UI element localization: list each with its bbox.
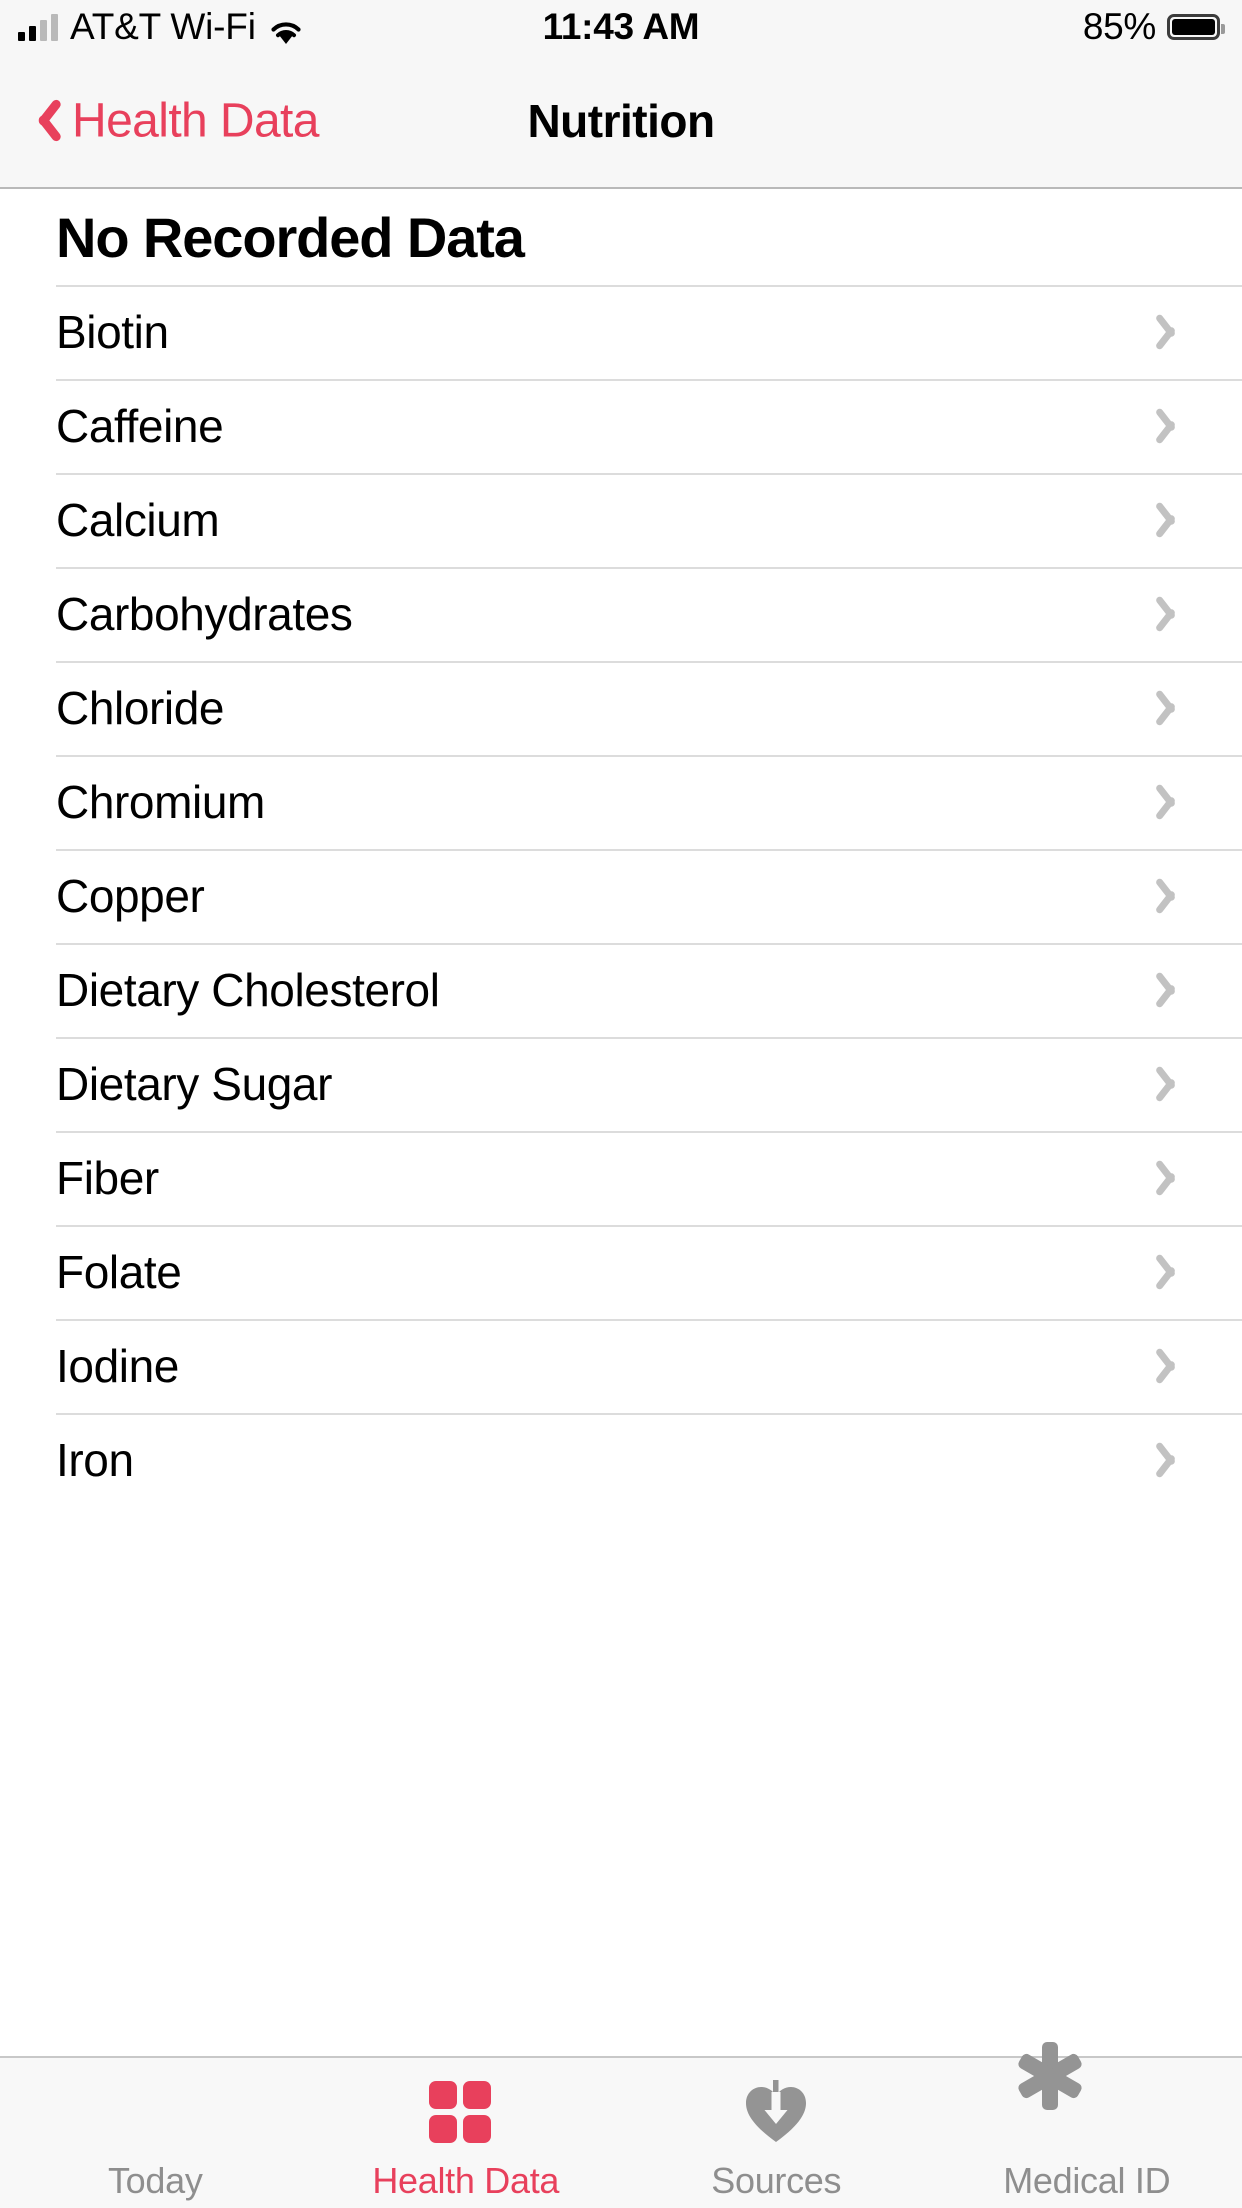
chevron-right-icon [1161, 686, 1187, 730]
list-item[interactable]: Copper [0, 849, 1242, 943]
chevron-right-icon [1161, 498, 1187, 542]
list-item-label: Chloride [56, 685, 224, 731]
status-bar-right: 85% [1083, 6, 1220, 48]
status-bar-clock: 11:43 AM [0, 6, 1242, 48]
list-item[interactable]: Dietary Cholesterol [0, 943, 1242, 1037]
tab-label: Today [108, 2160, 203, 2202]
chevron-right-icon [1161, 1156, 1187, 1200]
list-item[interactable]: Calcium [0, 473, 1242, 567]
status-bar: AT&T Wi-Fi 11:43 AM 85% [0, 0, 1242, 54]
chevron-right-icon [1161, 310, 1187, 354]
chevron-right-icon [1161, 874, 1187, 918]
chevron-right-icon [1161, 1062, 1187, 1106]
list-item-label: Copper [56, 873, 204, 919]
list-item[interactable]: Dietary Sugar [0, 1037, 1242, 1131]
list-item-label: Biotin [56, 309, 169, 355]
tab-label: Medical ID [1003, 2160, 1170, 2202]
chevron-right-icon [1161, 404, 1187, 448]
page-title: Nutrition [0, 94, 1242, 148]
list-item[interactable]: Chloride [0, 661, 1242, 755]
iphone-screen: AT&T Wi-Fi 11:43 AM 85% Health Data Nutr… [0, 0, 1242, 2208]
list-item[interactable]: Folate [0, 1225, 1242, 1319]
tab-label: Health Data [372, 2160, 559, 2202]
list-item-label: Iron [56, 1437, 134, 1483]
tab-bar: Today Health Data Sources M [0, 2056, 1242, 2208]
list-item-label: Dietary Cholesterol [56, 967, 440, 1013]
list-item[interactable]: Carbohydrates [0, 567, 1242, 661]
list-item[interactable]: Biotin [0, 285, 1242, 379]
tab-medical-id[interactable]: Medical ID [932, 2058, 1242, 2208]
list-item[interactable]: Caffeine [0, 379, 1242, 473]
list-item[interactable]: Iodine [0, 1319, 1242, 1413]
list-item-label: Folate [56, 1249, 181, 1295]
list-item-label: Caffeine [56, 403, 223, 449]
list-item[interactable]: Fiber [0, 1131, 1242, 1225]
tab-sources[interactable]: Sources [621, 2058, 932, 2208]
tab-today[interactable]: Today [0, 2058, 311, 2208]
asterisk-icon [1050, 2076, 1124, 2150]
chevron-right-icon [1161, 1344, 1187, 1388]
battery-icon [1167, 14, 1220, 40]
chevron-right-icon [1161, 780, 1187, 824]
calendar-icon [118, 2076, 192, 2150]
list-item-label: Iodine [56, 1343, 179, 1389]
list-item-label: Chromium [56, 779, 265, 825]
list-item-label: Calcium [56, 497, 219, 543]
chevron-right-icon [1161, 592, 1187, 636]
chevron-right-icon [1161, 968, 1187, 1012]
section-header: No Recorded Data [0, 189, 1242, 285]
heart-download-icon [739, 2076, 813, 2150]
nutrition-list[interactable]: No Recorded Data Biotin Caffeine Calcium… [0, 189, 1242, 2056]
list-item-label: Fiber [56, 1155, 159, 1201]
list-item[interactable]: Iron [0, 1413, 1242, 1507]
navigation-bar: Health Data Nutrition [0, 54, 1242, 189]
list-item-label: Dietary Sugar [56, 1061, 332, 1107]
list-item[interactable]: Chromium [0, 755, 1242, 849]
tab-health-data[interactable]: Health Data [311, 2058, 622, 2208]
list-item-label: Carbohydrates [56, 591, 353, 637]
chevron-right-icon [1161, 1438, 1187, 1482]
chevron-right-icon [1161, 1250, 1187, 1294]
battery-percent-label: 85% [1083, 6, 1156, 48]
tab-label: Sources [711, 2160, 841, 2202]
four-squares-icon [429, 2076, 503, 2150]
